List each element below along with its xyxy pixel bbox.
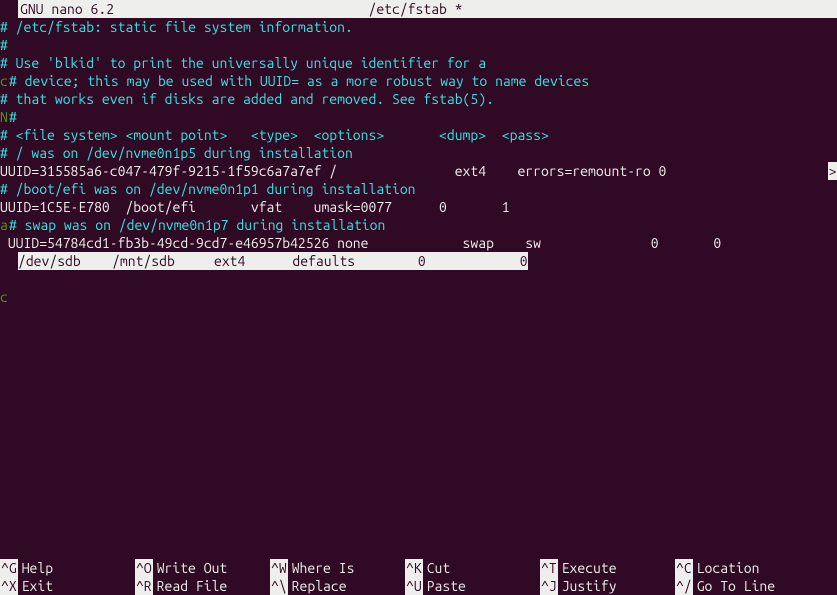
file-line: # /boot/efi was on /dev/nvme0n1p1 during… [0,180,837,198]
shortcut-justify[interactable]: ^JJustify [540,577,675,595]
shortcut-location[interactable]: ^CLocation [675,559,810,577]
shortcut-replace[interactable]: ^\Replace [270,577,405,595]
cursor-line[interactable]: /dev/sdb /mnt/sdb ext4 defaults 0 0 [0,252,837,270]
shortcut-exit[interactable]: ^XExit [0,577,135,595]
shortcut-readfile[interactable]: ^RRead File [135,577,270,595]
shortcut-help[interactable]: ^GHelp [0,559,135,577]
shortcut-cut[interactable]: ^KCut [405,559,540,577]
file-line: # Use 'blkid' to print the universally u… [0,54,837,72]
shortcut-row-1: ^GHelp ^OWrite Out ^WWhere Is ^KCut ^TEx… [0,559,837,577]
file-line: a# swap was on /dev/nvme0n1p7 during ins… [0,216,837,234]
file-line: N# [0,108,837,126]
shortcut-row-2: ^XExit ^RRead File ^\Replace ^UPaste ^JJ… [0,577,837,595]
file-line: UUID=315585a6-c047-479f-9215-1f59c6a7a7e… [0,162,837,180]
file-line: # / was on /dev/nvme0n1p5 during install… [0,144,837,162]
file-line: # /etc/fstab: static file system informa… [0,18,837,36]
shortcut-bar: ^GHelp ^OWrite Out ^WWhere Is ^KCut ^TEx… [0,559,837,595]
file-line: c# device; this may be used with UUID= a… [0,72,837,90]
overflow-icon: > [828,162,837,180]
shortcut-writeout[interactable]: ^OWrite Out [135,559,270,577]
shortcut-gotoline[interactable]: ^/Go To Line [675,577,810,595]
file-line: UUID=1C5E-E780 /boot/efi vfat umask=0077… [0,198,837,216]
editor-titlebar: GNU nano 6.2 /etc/fstab * [0,0,837,18]
file-line: UUID=54784cd1-fb3b-49cd-9cd7-e46957b4252… [0,234,837,252]
shortcut-whereis[interactable]: ^WWhere Is [270,559,405,577]
shortcut-execute[interactable]: ^TExecute [540,559,675,577]
file-line: # <file system> <mount point> <type> <op… [0,126,837,144]
file-line: # [0,36,837,54]
terminal-window: GNU nano 6.2 /etc/fstab * # /etc/fstab: … [0,0,837,595]
editor-content[interactable]: # /etc/fstab: static file system informa… [0,18,837,270]
shortcut-paste[interactable]: ^UPaste [405,577,540,595]
app-name: GNU nano 6.2 [18,0,114,18]
file-line: # that works even if disks are added and… [0,90,837,108]
filename: /etc/fstab * [114,0,717,18]
